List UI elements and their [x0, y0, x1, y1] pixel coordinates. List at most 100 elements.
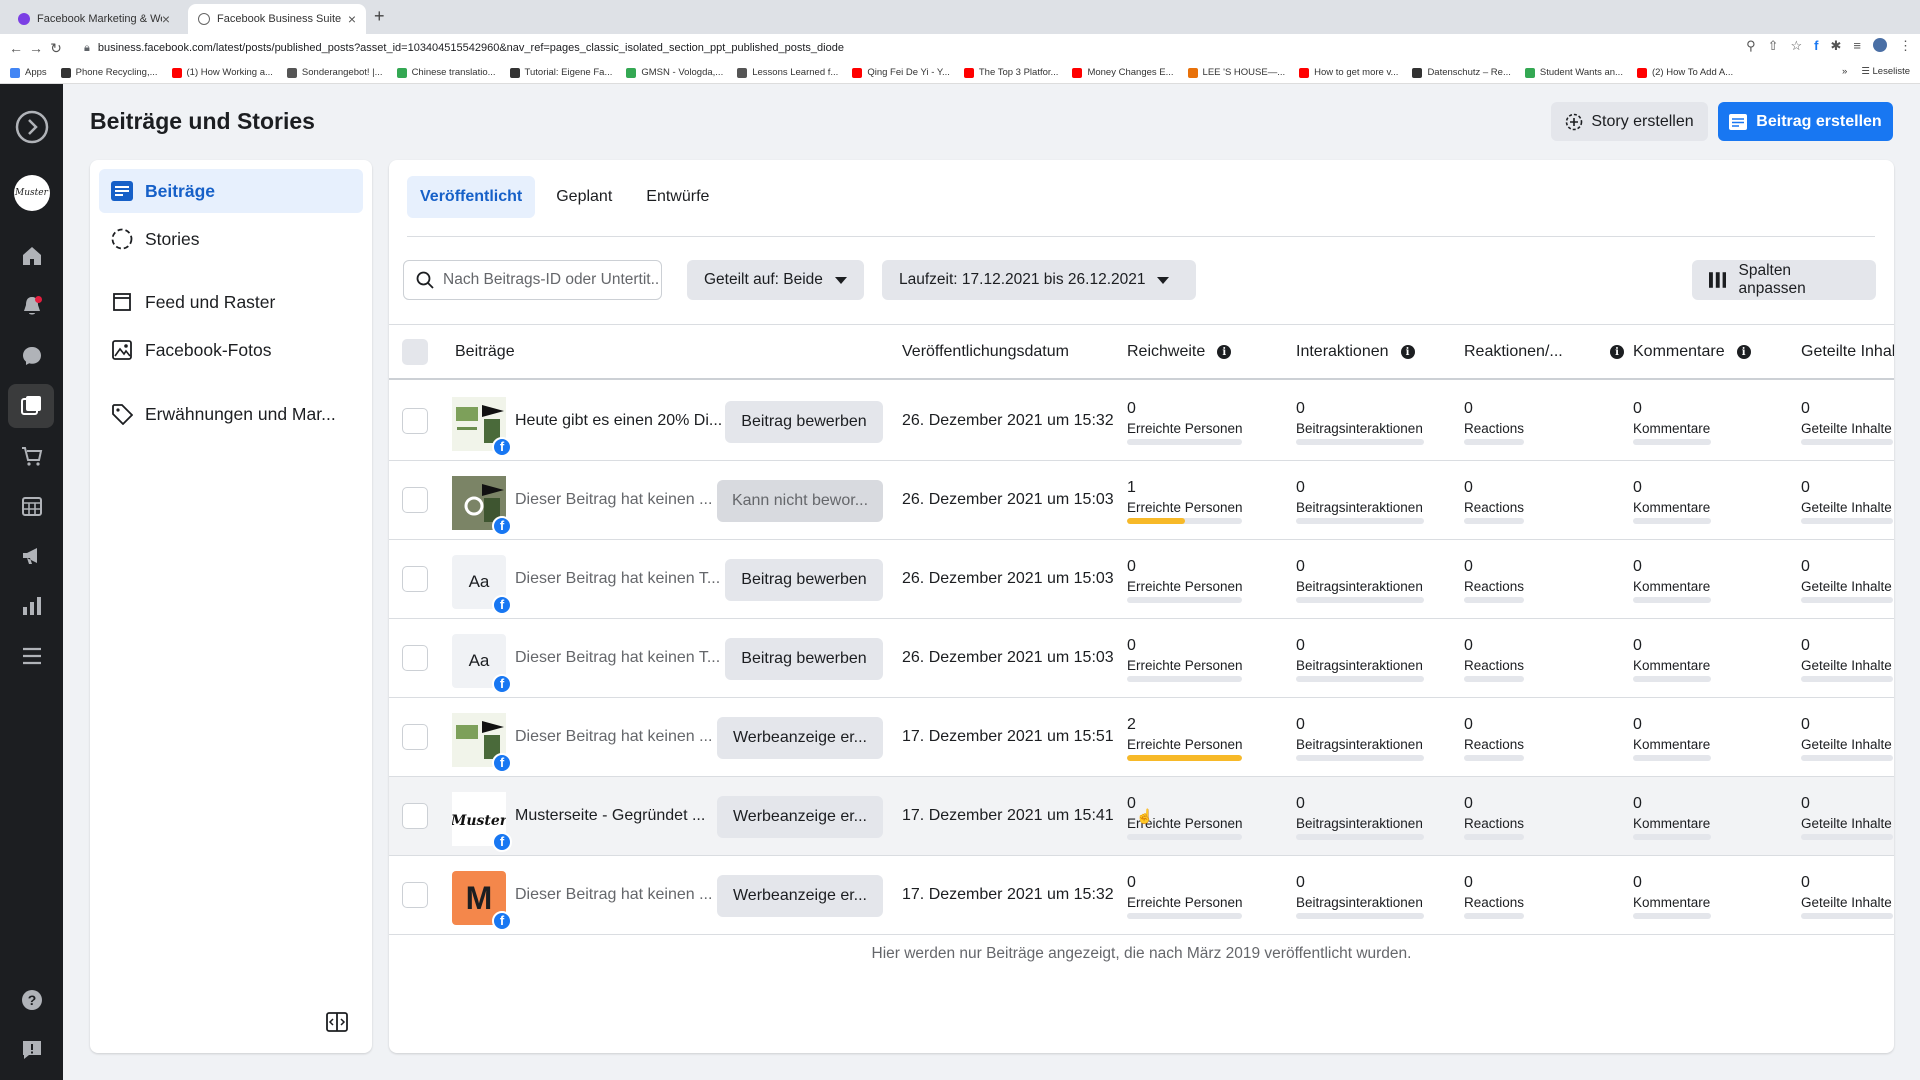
- table-row[interactable]: Mf Dieser Beitrag hat keinen ... Werbeanze…: [389, 856, 1894, 935]
- sidebar-item-feed[interactable]: Feed und Raster: [99, 280, 363, 324]
- table-row[interactable]: Aa f Dieser Beitrag hat keinen T... Beitrag…: [389, 540, 1894, 619]
- column-header-comments[interactable]: Kommentare i: [1633, 325, 1751, 379]
- bookmark-item[interactable]: Sonderangebot! |...: [286, 67, 383, 78]
- select-all-checkbox[interactable]: [402, 339, 428, 365]
- post-thumbnail[interactable]: Aa f: [452, 555, 512, 615]
- post-thumbnail[interactable]: Muster f: [450, 792, 512, 852]
- post-title[interactable]: Dieser Beitrag hat keinen ...: [515, 728, 712, 746]
- info-icon[interactable]: i: [1400, 345, 1415, 359]
- post-title[interactable]: Dieser Beitrag hat keinen ...: [515, 491, 712, 509]
- tab-drafts[interactable]: Entwürfe: [633, 176, 722, 218]
- post-thumbnail[interactable]: f: [452, 476, 512, 536]
- bookmark-item[interactable]: The Top 3 Platfor...: [963, 67, 1058, 78]
- notifications-icon[interactable]: [0, 286, 63, 326]
- back-icon[interactable]: ←: [6, 40, 26, 56]
- url-field[interactable]: 🔒︎ business.facebook.com/latest/posts/pub…: [84, 42, 844, 55]
- tab-scheduled[interactable]: Geplant: [543, 176, 625, 218]
- facebook-ext-icon[interactable]: f: [1814, 38, 1818, 54]
- bookmark-item[interactable]: Money Changes E...: [1072, 67, 1174, 78]
- bookmark-item[interactable]: Lessons Learned f...: [737, 67, 838, 78]
- sidebar-item-beitraege[interactable]: Beiträge: [99, 169, 363, 213]
- boost-post-button[interactable]: Beitrag bewerben: [725, 559, 883, 601]
- bookmark-item[interactable]: Datenschutz – Re...: [1412, 67, 1511, 78]
- boost-post-button[interactable]: Werbeanzeige er...: [717, 875, 883, 917]
- new-tab-icon[interactable]: +: [374, 6, 385, 27]
- commerce-icon[interactable]: [0, 436, 63, 476]
- post-thumbnail[interactable]: f: [452, 713, 512, 773]
- bookmark-item[interactable]: Phone Recycling,...: [60, 67, 158, 78]
- close-tab-icon[interactable]: ×: [162, 11, 170, 27]
- bookmark-item[interactable]: Qing Fei De Yi - Y...: [852, 67, 950, 78]
- meta-logo-icon[interactable]: [0, 104, 63, 150]
- boost-post-button[interactable]: Werbeanzeige er...: [717, 796, 883, 838]
- bookmark-item[interactable]: (2) How To Add A...: [1636, 67, 1733, 78]
- browser-tab-2[interactable]: Facebook Business Suite ×: [188, 4, 366, 34]
- reload-icon[interactable]: ↻: [46, 40, 66, 57]
- bookmark-item[interactable]: (1) How Working a...: [171, 67, 273, 78]
- posts-nav-icon[interactable]: [8, 384, 54, 428]
- column-header-reactions[interactable]: Reaktionen/... i: [1464, 325, 1624, 379]
- post-title[interactable]: Dieser Beitrag hat keinen T...: [515, 649, 720, 667]
- bookmark-item[interactable]: How to get more v...: [1299, 67, 1398, 78]
- collapse-panel-icon[interactable]: [326, 1012, 348, 1037]
- feedback-icon[interactable]: [0, 1030, 63, 1070]
- column-header-shares[interactable]: Geteilte Inhal: [1801, 325, 1894, 379]
- info-icon[interactable]: i: [1217, 345, 1232, 359]
- browser-tab-1[interactable]: Facebook Marketing & Werbea... ×: [8, 4, 180, 34]
- date-range-dropdown[interactable]: Laufzeit: 17.12.2021 bis 26.12.2021: [882, 260, 1196, 300]
- zoom-icon[interactable]: ⚲: [1746, 38, 1756, 54]
- ads-icon[interactable]: [0, 536, 63, 576]
- row-checkbox[interactable]: [402, 645, 428, 671]
- post-thumbnail[interactable]: Aa f: [452, 634, 512, 694]
- boost-post-button[interactable]: Beitrag bewerben: [725, 638, 883, 680]
- post-title[interactable]: Dieser Beitrag hat keinen ...: [515, 886, 712, 904]
- create-story-button[interactable]: Story erstellen: [1551, 102, 1708, 141]
- insights-icon[interactable]: [0, 586, 63, 626]
- row-checkbox[interactable]: [402, 803, 428, 829]
- table-row[interactable]: f Dieser Beitrag hat keinen ... Kann nicht…: [389, 461, 1894, 540]
- info-icon[interactable]: i: [1736, 345, 1751, 359]
- create-post-button[interactable]: Beitrag erstellen: [1718, 102, 1893, 141]
- table-row[interactable]: f Dieser Beitrag hat keinen ... Werbeanzei…: [389, 698, 1894, 777]
- sidebar-item-stories[interactable]: Stories: [99, 217, 363, 261]
- tab-published[interactable]: Veröffentlicht: [407, 176, 536, 218]
- column-header-reach[interactable]: Reichweite i: [1127, 325, 1232, 379]
- row-checkbox[interactable]: [402, 882, 428, 908]
- bookmark-item[interactable]: GMSN - Vologda,...: [626, 67, 723, 78]
- forward-icon[interactable]: →: [26, 40, 46, 56]
- post-title[interactable]: Dieser Beitrag hat keinen T...: [515, 570, 720, 588]
- row-checkbox[interactable]: [402, 408, 428, 434]
- row-checkbox[interactable]: [402, 566, 428, 592]
- media-icon[interactable]: ≡: [1853, 38, 1861, 54]
- home-icon[interactable]: [0, 236, 63, 276]
- post-title[interactable]: Heute gibt es einen 20% Di...: [515, 412, 722, 430]
- sidebar-item-mentions[interactable]: Erwähnungen und Mar...: [99, 392, 363, 436]
- extensions-icon[interactable]: ✱: [1831, 38, 1842, 54]
- bookmark-item[interactable]: Student Wants an...: [1524, 67, 1623, 78]
- column-header-date[interactable]: Veröffentlichungsdatum: [902, 325, 1069, 379]
- close-tab-icon[interactable]: ×: [348, 11, 356, 27]
- row-checkbox[interactable]: [402, 487, 428, 513]
- post-thumbnail[interactable]: f: [452, 397, 512, 457]
- boost-post-button[interactable]: Beitrag bewerben: [725, 401, 883, 443]
- bookmark-item[interactable]: Chinese translatio...: [396, 67, 496, 78]
- inbox-icon[interactable]: [0, 336, 63, 376]
- share-icon[interactable]: ⇧: [1768, 38, 1779, 54]
- shared-on-dropdown[interactable]: Geteilt auf: Beide: [687, 260, 864, 300]
- search-box[interactable]: [403, 260, 662, 300]
- menu-dots-icon[interactable]: ⋮: [1899, 38, 1912, 54]
- post-thumbnail[interactable]: Mf: [452, 871, 512, 931]
- profile-avatar-icon[interactable]: [1873, 38, 1887, 52]
- post-title[interactable]: Musterseite - Gegründet ...: [515, 807, 705, 825]
- table-row[interactable]: Aa f Dieser Beitrag hat keinen T... Beitrag…: [389, 619, 1894, 698]
- info-icon[interactable]: i: [1610, 345, 1624, 359]
- star-icon[interactable]: ☆: [1791, 38, 1803, 54]
- bookmark-item[interactable]: Tutorial: Eigene Fa...: [509, 67, 612, 78]
- sidebar-item-photos[interactable]: Facebook-Fotos: [99, 328, 363, 372]
- column-header-posts[interactable]: Beiträge: [455, 325, 515, 379]
- customize-columns-button[interactable]: Spalten anpassen: [1692, 260, 1876, 300]
- row-checkbox[interactable]: [402, 724, 428, 750]
- help-icon[interactable]: ?: [0, 980, 63, 1020]
- all-tools-icon[interactable]: [0, 636, 63, 676]
- bookmarks-more-icon[interactable]: »: [1842, 66, 1847, 77]
